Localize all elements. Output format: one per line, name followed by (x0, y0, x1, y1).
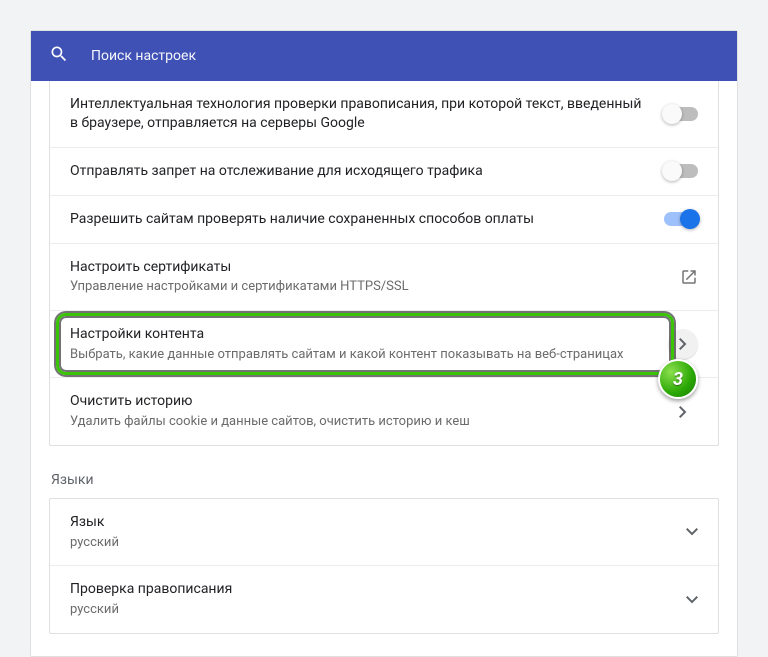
row-title: Язык (70, 513, 670, 532)
section-label-languages: Языки (51, 472, 719, 488)
row-title: Интеллектуальная технология проверки пра… (70, 95, 648, 133)
row-language[interactable]: Язык русский (50, 499, 718, 565)
toggle-payment-methods[interactable] (664, 212, 698, 226)
row-content-settings[interactable]: Настройки контента Выбрать, какие данные… (50, 310, 718, 377)
chevron-right-icon (668, 329, 698, 359)
search-bar[interactable] (31, 31, 737, 81)
row-title: Разрешить сайтам проверять наличие сохра… (70, 210, 648, 229)
row-spellcheck-service[interactable]: Интеллектуальная технология проверки пра… (50, 81, 718, 147)
search-input[interactable] (91, 48, 719, 64)
row-subtitle: Управление настройками и сертификатами H… (70, 278, 664, 296)
row-payment-methods[interactable]: Разрешить сайтам проверять наличие сохра… (50, 195, 718, 243)
settings-panel: Интеллектуальная технология проверки пра… (30, 30, 738, 657)
row-manage-certificates[interactable]: Настроить сертификаты Управление настрой… (50, 243, 718, 310)
row-title: Настройки контента (70, 325, 652, 344)
chevron-down-icon (686, 596, 698, 604)
row-title: Очистить историю (70, 392, 652, 411)
external-link-icon (680, 268, 698, 286)
chevron-down-icon (686, 528, 698, 536)
row-subtitle: Удалить файлы cookie и данные сайтов, оч… (70, 413, 652, 431)
row-title: Отправлять запрет на отслеживание для ис… (70, 162, 648, 181)
search-icon (49, 44, 69, 68)
toggle-do-not-track[interactable] (664, 164, 698, 178)
row-title: Настроить сертификаты (70, 258, 664, 277)
row-title: Проверка правописания (70, 580, 670, 599)
row-clear-history[interactable]: Очистить историю Удалить файлы cookie и … (50, 377, 718, 444)
privacy-card: Интеллектуальная технология проверки пра… (49, 81, 719, 446)
row-do-not-track[interactable]: Отправлять запрет на отслеживание для ис… (50, 147, 718, 195)
languages-card: Язык русский Проверка правописания русск… (49, 498, 719, 634)
settings-body: Интеллектуальная технология проверки пра… (31, 81, 737, 656)
row-subtitle: русский (70, 601, 670, 619)
toggle-spellcheck-service[interactable] (664, 107, 698, 121)
chevron-right-icon (668, 406, 698, 418)
row-subtitle: русский (70, 534, 670, 552)
row-subtitle: Выбрать, какие данные отправлять сайтам … (70, 346, 652, 364)
row-spellcheck[interactable]: Проверка правописания русский (50, 565, 718, 632)
